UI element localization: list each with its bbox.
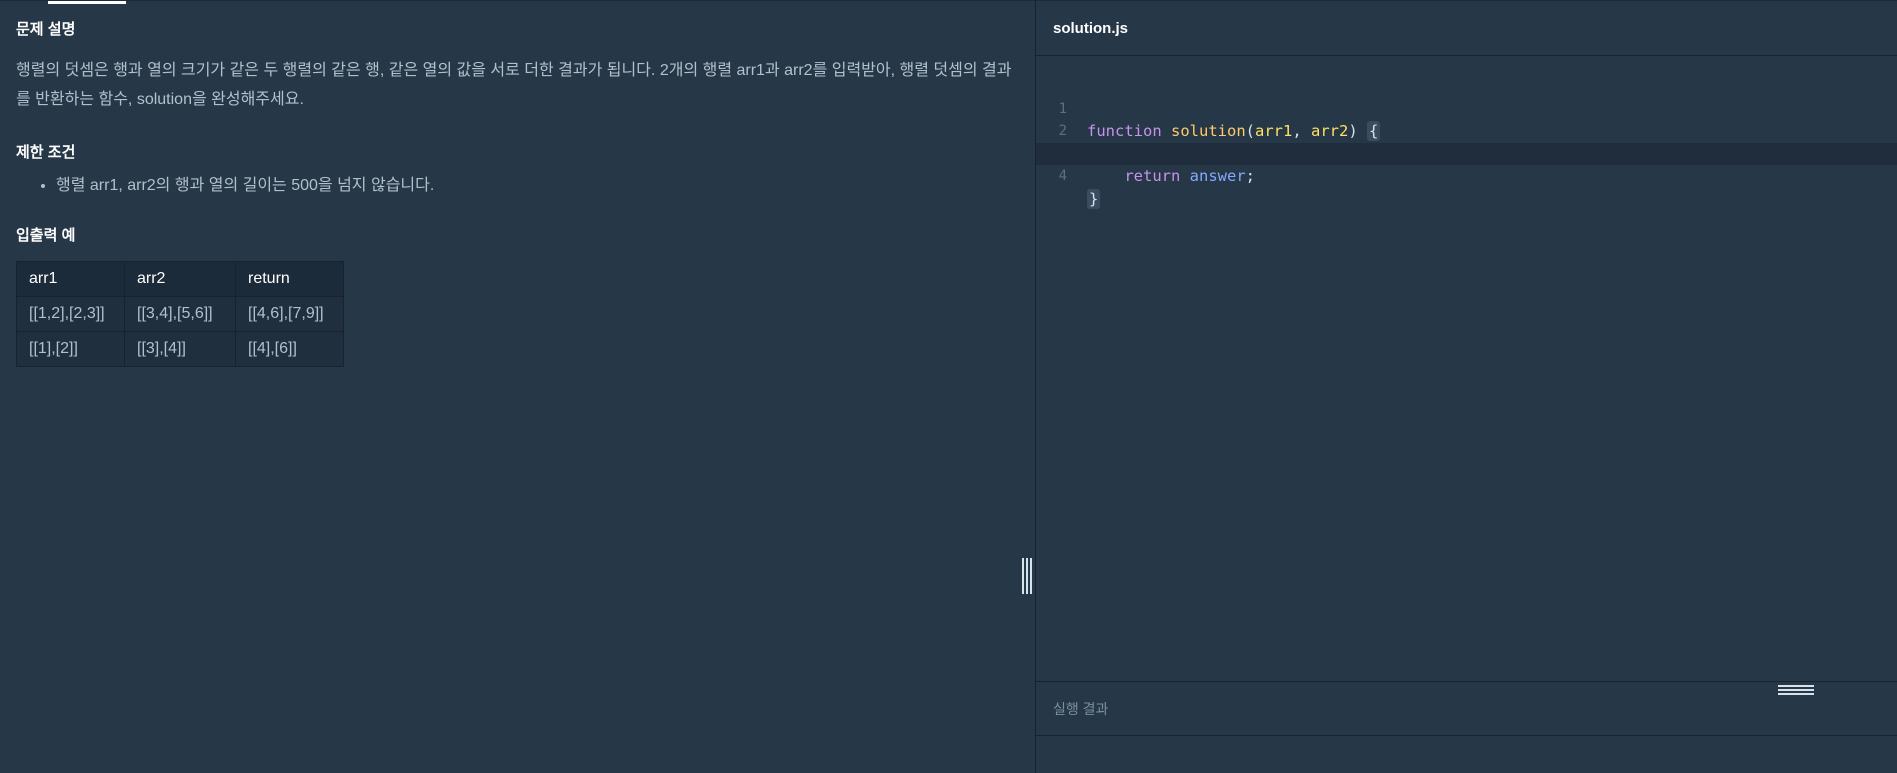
table-cell: [[3,4],[5,6]]: [124, 296, 236, 332]
table-row: [[1],[2]] [[3],[4]] [[4],[6]]: [16, 331, 344, 367]
result-label: 실행 결과: [1053, 700, 1109, 717]
app-root: 문제 설명 행렬의 덧셈은 행과 열의 크기가 같은 두 행렬의 같은 행, 같…: [0, 0, 1897, 773]
matched-brace: }: [1087, 188, 1101, 209]
table-cell: [[1],[2]]: [16, 331, 125, 367]
keyword-token: return: [1124, 167, 1181, 185]
table-header-row: arr1 arr2 return: [16, 261, 344, 297]
active-tab-indicator: [48, 1, 126, 4]
grip-line: [1030, 558, 1032, 594]
problem-description: 행렬의 덧셈은 행과 열의 크기가 같은 두 행렬의 같은 행, 같은 열의 값…: [16, 62, 1012, 108]
file-name: solution.js: [1053, 19, 1128, 37]
code-line[interactable]: 3 return answer;: [1036, 120, 1897, 186]
table-header-cell: arr1: [16, 261, 125, 297]
punctuation-token: ;: [1245, 167, 1256, 185]
grip-line: [1022, 558, 1024, 594]
editor-header: solution.js: [1036, 0, 1897, 56]
table-row: [[1,2],[2,3]] [[3,4],[5,6]] [[4,6],[7,9]…: [16, 296, 344, 332]
result-bar: 실행 결과: [1036, 681, 1897, 736]
table-cell: [[4],[6]]: [235, 331, 344, 367]
code-line-active[interactable]: 4 }: [1036, 142, 1897, 209]
constraints-heading: 제한 조건: [16, 144, 76, 161]
code-line[interactable]: 1 function solution(arr1, arr2) {: [1036, 75, 1897, 141]
examples-heading: 입출력 예: [16, 227, 76, 244]
description-heading: 문제 설명: [16, 21, 76, 38]
constraints-list: 행렬 arr1, arr2의 행과 열의 길이는 500을 넘지 않습니다.: [16, 175, 1016, 197]
code-line[interactable]: 2 var answer = [[]];: [1036, 98, 1897, 163]
code-text[interactable]: return answer;: [1087, 165, 1255, 188]
constraint-item: 행렬 arr1, arr2의 행과 열의 길이는 500을 넘지 않습니다.: [56, 175, 1016, 197]
table-header-cell: return: [235, 261, 344, 297]
code-editor[interactable]: 1 function solution(arr1, arr2) { 2 var …: [1036, 75, 1897, 675]
line-number: 4: [1058, 168, 1067, 184]
table-cell: [[3],[4]]: [124, 331, 236, 367]
panel-resize-handle[interactable]: [1022, 558, 1032, 594]
problem-panel: 문제 설명 행렬의 덧셈은 행과 열의 크기가 같은 두 행렬의 같은 행, 같…: [0, 0, 1035, 773]
table-cell: [[1,2],[2,3]]: [16, 296, 125, 332]
table-cell: [[4,6],[7,9]]: [235, 296, 344, 332]
variable-token: answer: [1189, 167, 1246, 185]
editor-panel: solution.js 1 function solution(arr1, ar…: [1036, 0, 1897, 773]
problem-content: 문제 설명 행렬의 덧셈은 행과 열의 크기가 같은 두 행렬의 같은 행, 같…: [16, 21, 1016, 367]
code-text[interactable]: }: [1087, 188, 1101, 211]
grip-line: [1026, 558, 1028, 594]
table-header-cell: arr2: [124, 261, 236, 297]
examples-table: arr1 arr2 return [[1,2],[2,3]] [[3,4],[5…: [16, 261, 344, 367]
